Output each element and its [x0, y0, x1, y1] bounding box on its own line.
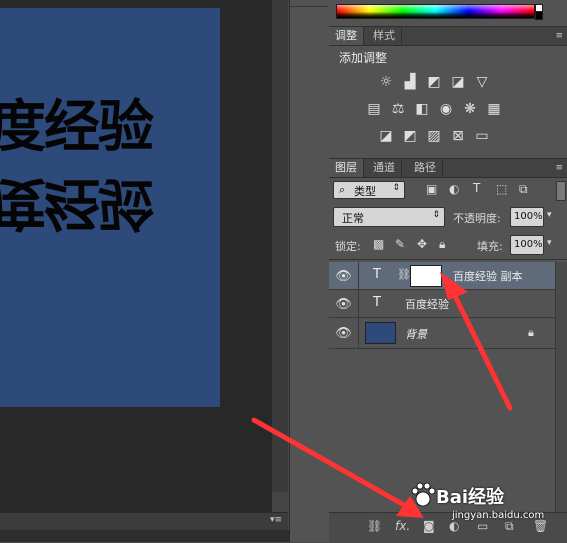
tab-styles[interactable]: 样式: [367, 27, 402, 45]
layer-name[interactable]: 百度经验: [405, 296, 449, 312]
color-spectrum[interactable]: [336, 4, 535, 19]
updown-arrow-icon: ⇕: [432, 210, 440, 220]
photo-filter-icon[interactable]: ◉: [437, 100, 455, 118]
layer-row[interactable]: 👁︎ T ⛓︎ 百度经验 副本: [329, 262, 555, 290]
layer-filter-value: 类型: [354, 185, 376, 198]
curves-icon[interactable]: ◩: [425, 73, 443, 91]
opacity-value: 100%: [514, 211, 543, 222]
search-icon: ⌕: [339, 183, 346, 196]
layers-tabbar: 图层 通道 路径 ≡: [329, 158, 567, 178]
scrollbar-corner: [272, 492, 288, 512]
document-canvas[interactable]: 度经验 度经验: [0, 8, 220, 407]
opacity-label: 不透明度:: [453, 212, 501, 225]
status-bar: ▾≡: [0, 512, 288, 531]
lock-all-icon[interactable]: 🔒︎: [439, 237, 445, 252]
canvas-area[interactable]: 度经验 度经验: [0, 0, 288, 512]
fill-label: 填充:: [477, 240, 503, 253]
layer-name[interactable]: 百度经验 副本: [453, 268, 523, 284]
panels-column: 调整 样式 ≡ 添加调整 ☼ ▟ ◩ ◪ ▽ ▤ ⚖ ◧ ◉ ❋ ▦ ◪ ◩ ▨…: [329, 0, 567, 543]
levels-icon[interactable]: ▟: [401, 73, 419, 91]
lock-pixels-icon[interactable]: ✎: [395, 237, 405, 251]
exposure-icon[interactable]: ◪: [449, 73, 467, 91]
opacity-input[interactable]: 100%: [510, 207, 544, 227]
baidu-watermark: Bai经验 jingyan.baidu.com: [408, 480, 558, 530]
updown-arrow-icon: ⇕: [392, 183, 400, 193]
layer-row[interactable]: 👁︎ T 百度经验: [329, 290, 555, 318]
visibility-eye-icon[interactable]: 👁︎: [329, 290, 359, 318]
tab-layers[interactable]: 图层: [329, 159, 364, 177]
brightness-icon[interactable]: ☼: [377, 73, 395, 91]
mask-link-icon[interactable]: ⛓︎: [397, 268, 411, 281]
adjustments-tabbar: 调整 样式 ≡: [329, 26, 567, 46]
adjustments-title: 添加调整: [339, 51, 388, 65]
link-layers-icon[interactable]: ⛓︎: [367, 519, 382, 533]
color-balance-icon[interactable]: ⚖: [389, 100, 407, 118]
black-white-icon[interactable]: ◧: [413, 100, 431, 118]
fill-value: 100%: [514, 239, 543, 250]
color-panel: [329, 0, 567, 27]
layer-name[interactable]: 背景: [405, 326, 427, 342]
vibrance-icon[interactable]: ▽: [473, 73, 491, 91]
threshold-icon[interactable]: ▨: [425, 127, 443, 145]
layers-scrollbar[interactable]: [555, 262, 567, 512]
artwork-text-reflection: 度经验: [0, 170, 152, 235]
text-layer-icon: T: [373, 295, 381, 310]
layer-row[interactable]: 👁︎ 背景 🔒︎: [329, 318, 555, 349]
filter-adjustment-icon[interactable]: ◐: [449, 182, 459, 196]
text-layer-icon: T: [373, 267, 381, 282]
filter-smart-object-icon[interactable]: ⧉: [519, 182, 528, 197]
lock-label: 锁定:: [335, 240, 361, 253]
tab-channels[interactable]: 通道: [367, 159, 402, 177]
artwork-text: 度经验: [0, 95, 154, 160]
gradient-map-icon[interactable]: ▭: [473, 127, 491, 145]
baidu-paw-icon: [411, 482, 436, 507]
collapsed-panel-dock: [289, 0, 330, 542]
layers-list-divider: [329, 259, 567, 260]
filter-toggle[interactable]: [556, 181, 566, 201]
filter-shape-icon[interactable]: ⬚: [496, 182, 507, 196]
visibility-eye-icon[interactable]: 👁︎: [329, 262, 359, 290]
fill-input[interactable]: 100%: [510, 235, 544, 255]
background-thumbnail: [365, 322, 396, 344]
layer-filter-select[interactable]: ⌕ 类型 ⇕: [333, 181, 405, 199]
watermark-url: jingyan.baidu.com: [452, 510, 545, 521]
lock-transparent-icon[interactable]: ▩: [373, 237, 384, 251]
opacity-dropdown-icon[interactable]: ▾: [547, 210, 552, 220]
panel-menu-icon[interactable]: ≡: [555, 27, 563, 45]
filter-type-icon[interactable]: T: [473, 181, 480, 195]
panel-menu-icon[interactable]: ≡: [555, 159, 563, 177]
watermark-text: Bai经验: [436, 487, 505, 508]
canvas-vertical-scrollbar[interactable]: [272, 0, 288, 512]
layer-mask-thumbnail[interactable]: [410, 265, 442, 287]
status-strip: [0, 530, 290, 542]
posterize-icon[interactable]: ◩: [401, 127, 419, 145]
dock-divider: [290, 6, 329, 7]
blend-mode-select[interactable]: 正常 ⇕: [333, 207, 445, 227]
channel-mixer-icon[interactable]: ❋: [461, 100, 479, 118]
hue-saturation-icon[interactable]: ▤: [365, 100, 383, 118]
fill-dropdown-icon[interactable]: ▾: [547, 238, 552, 248]
tab-paths[interactable]: 路径: [408, 159, 443, 177]
invert-icon[interactable]: ◪: [377, 127, 395, 145]
visibility-eye-icon[interactable]: 👁︎: [329, 318, 359, 349]
color-lookup-icon[interactable]: ▦: [485, 100, 503, 118]
lock-icon: 🔒︎: [528, 326, 534, 339]
filter-pixel-icon[interactable]: ▣: [426, 182, 437, 196]
status-menu-icon[interactable]: ▾≡: [270, 515, 282, 525]
black-swatch[interactable]: [535, 11, 543, 20]
selective-color-icon[interactable]: ⊠: [449, 127, 467, 145]
blend-mode-value: 正常: [342, 212, 364, 225]
lock-position-icon[interactable]: ✥: [417, 237, 427, 251]
tab-adjustments[interactable]: 调整: [329, 27, 364, 45]
